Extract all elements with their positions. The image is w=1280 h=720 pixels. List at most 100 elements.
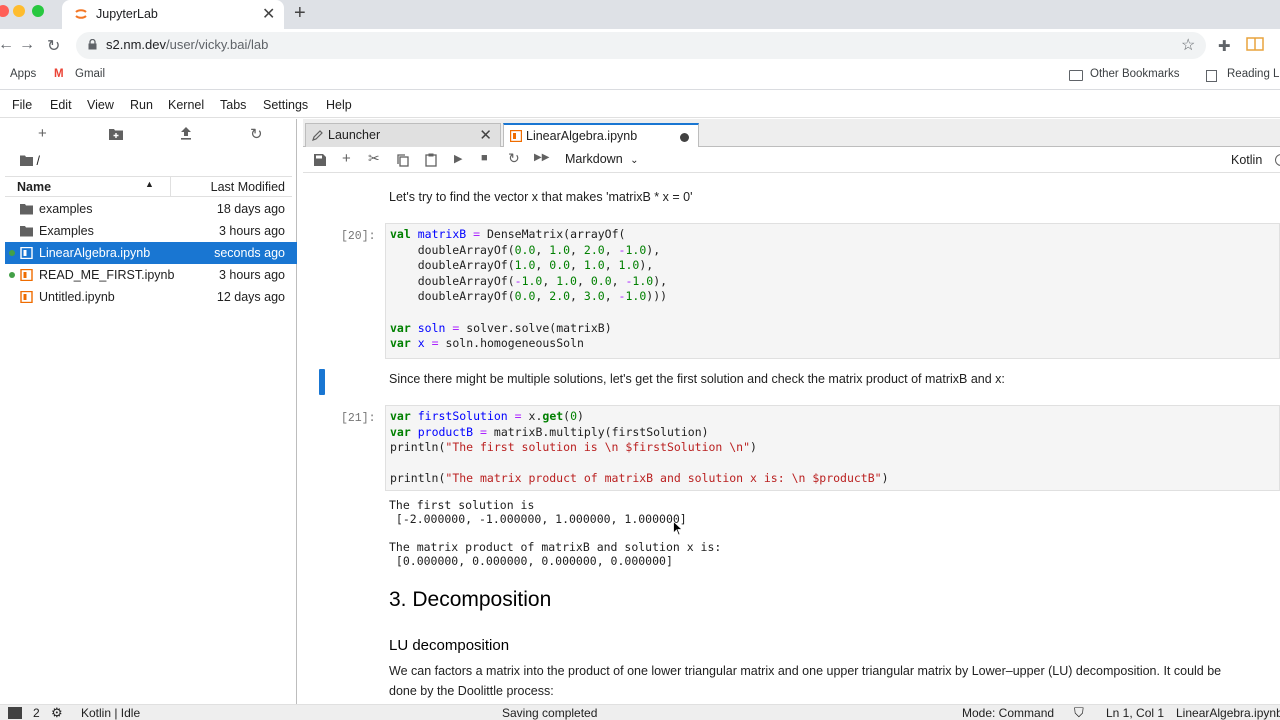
new-launcher-icon[interactable]: + <box>38 125 47 142</box>
forward-arrow-icon[interactable]: → <box>19 36 35 54</box>
breadcrumb: / <box>20 154 40 168</box>
menu-edit[interactable]: Edit <box>50 98 72 112</box>
reload-icon[interactable]: ↻ <box>47 36 60 56</box>
paste-icon[interactable] <box>425 153 437 167</box>
notebook-icon <box>20 247 33 259</box>
code-cell-21[interactable]: var firstSolution = x.get(0) var product… <box>385 405 1280 491</box>
new-folder-icon[interactable] <box>109 128 123 140</box>
menu-kernel[interactable]: Kernel <box>168 98 204 112</box>
kernel-gear-icon[interactable]: ⚙ <box>51 705 63 720</box>
tab-linearalgebra[interactable]: LinearAlgebra.ipynb <box>503 123 699 147</box>
address-bar[interactable]: s2.nm.dev/user/vicky.bai/lab ☆ <box>76 32 1206 59</box>
save-icon[interactable] <box>314 154 326 166</box>
browser-tab-title: JupyterLab <box>96 7 158 21</box>
window-close-button[interactable] <box>0 5 9 17</box>
markdown-cell-text: Let's try to find the vector x that make… <box>389 190 693 204</box>
file-name: LinearAlgebra.ipynb <box>39 246 151 260</box>
file-name: Examples <box>39 224 94 238</box>
breadcrumb-path[interactable]: / <box>36 154 39 168</box>
menu-settings[interactable]: Settings <box>263 98 308 112</box>
tab-launcher[interactable]: Launcher ✕ <box>305 123 501 147</box>
folder-icon[interactable] <box>20 155 33 166</box>
copy-icon[interactable] <box>397 154 409 167</box>
file-modified: 3 hours ago <box>218 268 285 282</box>
jupyter-logo-icon <box>75 9 87 19</box>
bookmark-gmail[interactable]: Gmail <box>75 68 105 80</box>
url-path: /user/vicky.bai/lab <box>165 37 269 52</box>
bookmark-apps[interactable]: Apps <box>10 68 36 80</box>
restart-kernel-icon[interactable]: ↻ <box>508 150 520 167</box>
tab-label: LinearAlgebra.ipynb <box>526 129 638 143</box>
terminal-icon[interactable] <box>8 707 22 719</box>
code-cell-20[interactable]: val matrixB = DenseMatrix(arrayOf( doubl… <box>385 223 1280 359</box>
window-minimize-button[interactable] <box>13 5 25 17</box>
file-row-untitled[interactable]: Untitled.ipynb 12 days ago <box>5 286 297 308</box>
notebook-toolbar: + ✂ ▶ ■ ↻ ▶▶ Markdown ⌄ Kotlin <box>303 148 1280 173</box>
jupyter-menubar: File Edit View Run Kernel Tabs Settings … <box>0 93 1280 118</box>
bookmark-other[interactable]: Other Bookmarks <box>1090 68 1179 80</box>
file-row-readme[interactable]: READ_ME_FIRST.ipynb 3 hours ago <box>5 264 297 286</box>
new-tab-button[interactable]: + <box>294 2 306 25</box>
output-line: The first solution is <box>389 498 535 512</box>
heading-decomposition: 3. Decomposition <box>389 588 552 611</box>
kernel-status[interactable]: Kotlin | Idle <box>81 706 140 720</box>
cell-type-value: Markdown <box>565 152 623 166</box>
stop-kernel-icon[interactable]: ■ <box>481 152 488 164</box>
active-cell-indicator[interactable] <box>319 369 325 395</box>
url-host: s2.nm.dev <box>106 37 166 52</box>
file-row-linearalgebra[interactable]: LinearAlgebra.ipynb seconds ago <box>5 242 297 264</box>
run-cell-icon[interactable]: ▶ <box>454 152 462 165</box>
document-tabbar: Launcher ✕ LinearAlgebra.ipynb <box>303 119 1280 147</box>
markdown-paragraph: We can factors a matrix into the product… <box>389 664 1222 698</box>
markdown-cell-text: Since there might be multiple solutions,… <box>389 372 1005 386</box>
file-name: examples <box>39 202 93 216</box>
column-modified-header[interactable]: Last Modified <box>211 180 285 194</box>
extension-icon[interactable] <box>1246 37 1264 51</box>
browser-toolbar: ← → ↻ s2.nm.dev/user/vicky.bai/lab ☆ ✚ <box>0 29 1280 62</box>
file-row-examples[interactable]: examples 18 days ago <box>5 198 297 220</box>
browser-tab-jupyterlab[interactable]: JupyterLab ✕ <box>62 0 284 29</box>
code-editor[interactable]: var firstSolution = x.get(0) var product… <box>390 409 889 487</box>
unsaved-changes-dot[interactable] <box>680 133 689 142</box>
file-name: READ_ME_FIRST.ipynb <box>39 268 175 282</box>
close-icon[interactable]: ✕ <box>479 126 492 144</box>
upload-icon[interactable] <box>180 127 192 140</box>
menu-file[interactable]: File <box>12 98 32 112</box>
cell-output: The first solution is [-2.000000, -1.000… <box>389 498 721 568</box>
window-maximize-button[interactable] <box>32 5 44 17</box>
menu-run[interactable]: Run <box>130 98 153 112</box>
file-row-Examples[interactable]: Examples 3 hours ago <box>5 220 297 242</box>
gmail-icon: M <box>54 68 64 80</box>
kernel-name-button[interactable]: Kotlin <box>1231 153 1262 167</box>
close-tab-icon[interactable]: ✕ <box>262 4 275 24</box>
refresh-icon[interactable]: ↻ <box>250 125 263 143</box>
column-divider[interactable] <box>170 177 171 197</box>
code-editor[interactable]: val matrixB = DenseMatrix(arrayOf( doubl… <box>390 227 667 352</box>
heading-lu-decomposition: LU decomposition <box>389 637 510 654</box>
back-arrow-icon[interactable]: ← <box>0 36 14 54</box>
bookmark-reading-list[interactable]: Reading L <box>1227 68 1279 80</box>
restart-run-all-icon[interactable]: ▶▶ <box>534 152 549 163</box>
current-filename: LinearAlgebra.ipynb <box>1176 706 1280 720</box>
sort-ascending-icon: ▲ <box>145 179 154 189</box>
menu-help[interactable]: Help <box>326 98 352 112</box>
add-cell-icon[interactable]: + <box>342 150 351 167</box>
menu-view[interactable]: View <box>87 98 114 112</box>
trusted-shield-icon[interactable]: ⛉ <box>1074 705 1084 720</box>
cell-type-select[interactable]: Markdown ⌄ <box>565 152 639 166</box>
folder-icon <box>1069 70 1083 81</box>
notebook-content[interactable]: Let's try to find the vector x that make… <box>303 174 1280 704</box>
tab-label: Launcher <box>328 128 381 142</box>
mouse-pointer-icon <box>673 521 683 536</box>
menu-tabs[interactable]: Tabs <box>220 98 246 112</box>
url-text: s2.nm.dev/user/vicky.bai/lab <box>106 37 268 52</box>
bookmark-star-icon[interactable]: ☆ <box>1181 35 1195 55</box>
chevron-down-icon: ⌄ <box>630 155 639 166</box>
cut-icon[interactable]: ✂ <box>368 150 380 167</box>
command-mode-status[interactable]: Mode: Command <box>962 706 1054 720</box>
running-indicator <box>9 272 15 278</box>
extensions-puzzle-icon[interactable]: ✚ <box>1218 37 1231 55</box>
column-name-header[interactable]: Name <box>17 180 51 194</box>
cursor-position[interactable]: Ln 1, Col 1 <box>1106 706 1164 720</box>
terminal-count[interactable]: 2 <box>33 706 40 720</box>
